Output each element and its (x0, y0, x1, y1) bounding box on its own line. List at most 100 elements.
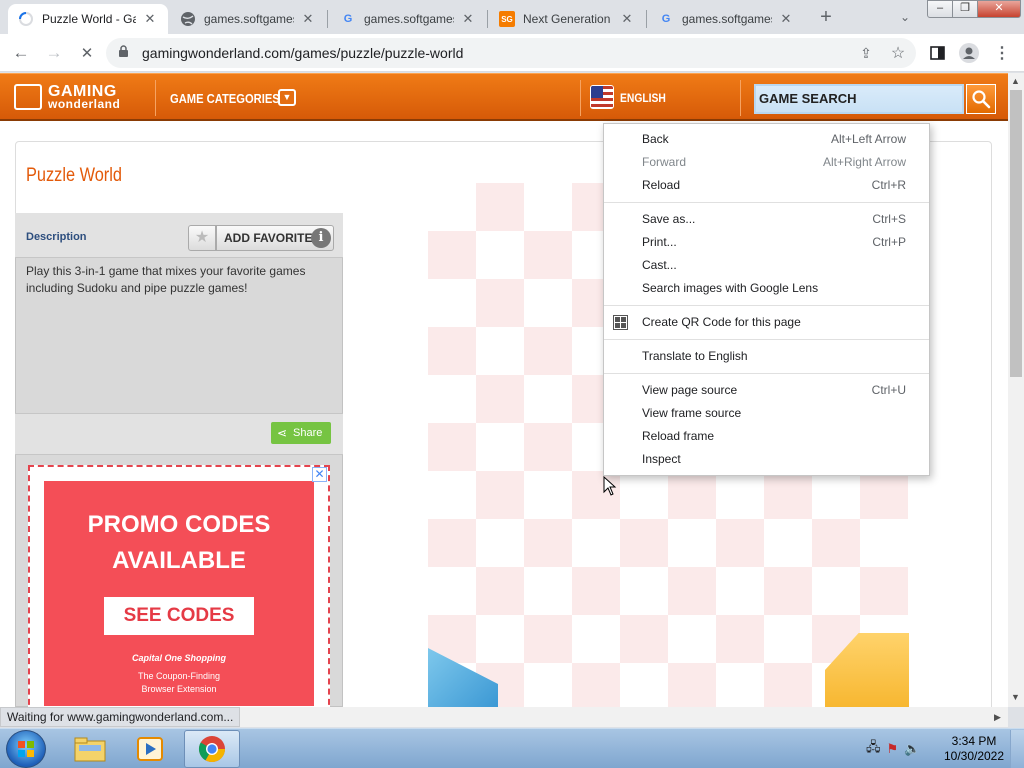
media-player-icon[interactable] (122, 730, 178, 768)
language-selector[interactable]: ENGLISH (620, 91, 666, 105)
menu-item-inspect[interactable]: Inspect (604, 448, 929, 471)
tab-next-generation[interactable]: SG Next Generation I ✕ (489, 4, 645, 34)
minimize-button[interactable]: – (927, 0, 953, 18)
tab-softgames-1[interactable]: games.softgames ✕ (170, 4, 326, 34)
tab-title: games.softgames (204, 12, 294, 26)
status-bar: Waiting for www.gamingwonderland.com... (0, 707, 240, 727)
back-arrow-icon[interactable]: ← (10, 42, 32, 64)
browser-toolbar: ← → ✕ gamingwonderland.com/games/puzzle/… (0, 34, 1024, 72)
scroll-right-arrow-icon[interactable]: ▶ (994, 712, 1001, 723)
menu-item-reload[interactable]: Reload Ctrl+R (604, 174, 929, 197)
tab-title: Next Generation I (523, 12, 613, 26)
close-tab-icon[interactable]: ✕ (300, 11, 316, 27)
menu-separator (604, 202, 929, 203)
menu-item-label: Back (642, 132, 669, 146)
menu-item-shortcut: Ctrl+U (871, 383, 906, 397)
profile-avatar-icon[interactable] (958, 42, 980, 64)
google-icon: G (343, 13, 353, 25)
show-desktop-button[interactable] (1010, 730, 1024, 768)
forward-arrow-icon[interactable]: → (43, 42, 65, 64)
menu-item-back[interactable]: Back Alt+Left Arrow (604, 128, 929, 151)
scroll-down-arrow-icon[interactable]: ▼ (1011, 692, 1020, 702)
side-panel-icon[interactable] (926, 42, 948, 64)
windows-start-button[interactable] (6, 730, 46, 768)
tab-title: Puzzle World - Ga (42, 12, 136, 26)
info-icon[interactable]: i (311, 228, 331, 248)
flag-alert-icon[interactable]: ⚑ (887, 741, 899, 757)
header-divider (580, 80, 581, 116)
see-codes-button[interactable]: SEE CODES (104, 597, 254, 635)
game-search-input[interactable]: GAME SEARCH (754, 84, 964, 114)
tab-search-chevron-icon[interactable]: ⌄ (894, 6, 916, 28)
menu-item-reload-frame[interactable]: Reload frame (604, 425, 929, 448)
tab-title: games.softgames (364, 12, 454, 26)
menu-item-cast[interactable]: Cast... (604, 254, 929, 277)
stop-loading-icon[interactable]: ✕ (76, 42, 98, 64)
menu-separator (604, 339, 929, 340)
game-categories-label[interactable]: GAME CATEGORIES (170, 91, 280, 106)
menu-item-view-page-source[interactable]: View page source Ctrl+U (604, 379, 929, 402)
bookmark-star-icon[interactable]: ☆ (887, 42, 909, 64)
scrollbar-thumb[interactable] (1010, 90, 1022, 377)
tab-puzzle-world[interactable]: Puzzle World - Ga ✕ (8, 4, 168, 34)
logo-text: GAMING wonderland (48, 83, 121, 111)
menu-item-label: Print... (642, 235, 677, 249)
share-button[interactable]: ⋖ Share (271, 422, 331, 444)
context-menu: Back Alt+Left Arrow Forward Alt+Right Arrow… (603, 123, 930, 476)
favorite-star-icon[interactable]: ★ (188, 225, 216, 251)
tab-strip: Puzzle World - Ga ✕ games.softgames ✕ G … (0, 0, 1024, 34)
system-tray: 🖧 ⚑ 🔈 (866, 734, 941, 764)
share-icon: ⋖ (277, 426, 288, 440)
menu-item-shortcut: Ctrl+R (871, 178, 906, 192)
us-flag-icon[interactable] (590, 85, 614, 109)
menu-item-shortcut: Alt+Right Arrow (822, 155, 906, 169)
restore-button[interactable]: ❐ (952, 0, 978, 18)
lock-icon[interactable] (118, 45, 132, 61)
menu-item-label: Create QR Code for this page (642, 315, 801, 329)
taskbar-clock[interactable]: 3:34 PM 10/30/2022 (940, 734, 1008, 764)
tab-separator (487, 10, 488, 28)
more-options-icon[interactable]: ⋮ (991, 42, 1013, 64)
close-tab-icon[interactable]: ✕ (142, 11, 158, 27)
logo-cube-icon (14, 84, 42, 110)
file-explorer-icon[interactable] (62, 730, 118, 768)
description-label: Description (26, 231, 87, 243)
site-logo[interactable]: GAMING wonderland (14, 84, 120, 110)
header-divider (740, 80, 741, 116)
share-label: Share (293, 427, 323, 439)
search-icon[interactable] (966, 84, 996, 114)
close-tab-icon[interactable]: ✕ (460, 11, 476, 27)
close-tab-icon[interactable]: ✕ (778, 11, 794, 27)
address-bar[interactable]: gamingwonderland.com/games/puzzle/puzzle… (106, 38, 916, 68)
menu-item-label: Inspect (642, 452, 681, 466)
menu-item-shortcut: Ctrl+S (872, 212, 906, 226)
tab-separator (646, 10, 647, 28)
ad-close-icon[interactable]: ✕ (312, 467, 327, 482)
tab-softgames-2[interactable]: G games.softgames ✕ (330, 4, 486, 34)
chrome-icon[interactable] (184, 730, 240, 768)
close-tab-icon[interactable]: ✕ (619, 11, 635, 27)
menu-item-label: Translate to English (642, 349, 748, 363)
site-header: GAMING wonderland GAME CATEGORIES ▼ ENGL… (0, 73, 1008, 121)
menu-item-shortcut: Alt+Left Arrow (830, 132, 906, 146)
game-title: Puzzle World (26, 165, 122, 186)
scroll-up-arrow-icon[interactable]: ▲ (1011, 76, 1020, 86)
close-window-button[interactable]: ✕ (977, 0, 1021, 18)
categories-chevron-icon[interactable]: ▼ (278, 89, 296, 106)
tab-softgames-3[interactable]: G games.softgames ✕ (648, 4, 804, 34)
menu-item-create-qr-code-for-this-page[interactable]: Create QR Code for this page (604, 311, 929, 334)
new-tab-button[interactable]: + (815, 6, 837, 28)
menu-item-save-as[interactable]: Save as... Ctrl+S (604, 208, 929, 231)
menu-item-view-frame-source[interactable]: View frame source (604, 402, 929, 425)
menu-item-search-images-with-google-lens[interactable]: Search images with Google Lens (604, 277, 929, 300)
ad-brand-logo: Capital One Shopping (132, 653, 226, 663)
share-page-icon[interactable]: ⇪ (855, 42, 877, 64)
menu-item-forward[interactable]: Forward Alt+Right Arrow (604, 151, 929, 174)
ad-headline: PROMO CODES AVAILABLE (87, 511, 271, 574)
network-icon[interactable]: 🖧 (866, 738, 881, 760)
menu-item-label: View frame source (642, 406, 742, 420)
menu-item-print[interactable]: Print... Ctrl+P (604, 231, 929, 254)
menu-item-translate-to-english[interactable]: Translate to English (604, 345, 929, 368)
loading-spinner-icon (18, 11, 34, 27)
volume-icon[interactable]: 🔈 (904, 741, 920, 757)
